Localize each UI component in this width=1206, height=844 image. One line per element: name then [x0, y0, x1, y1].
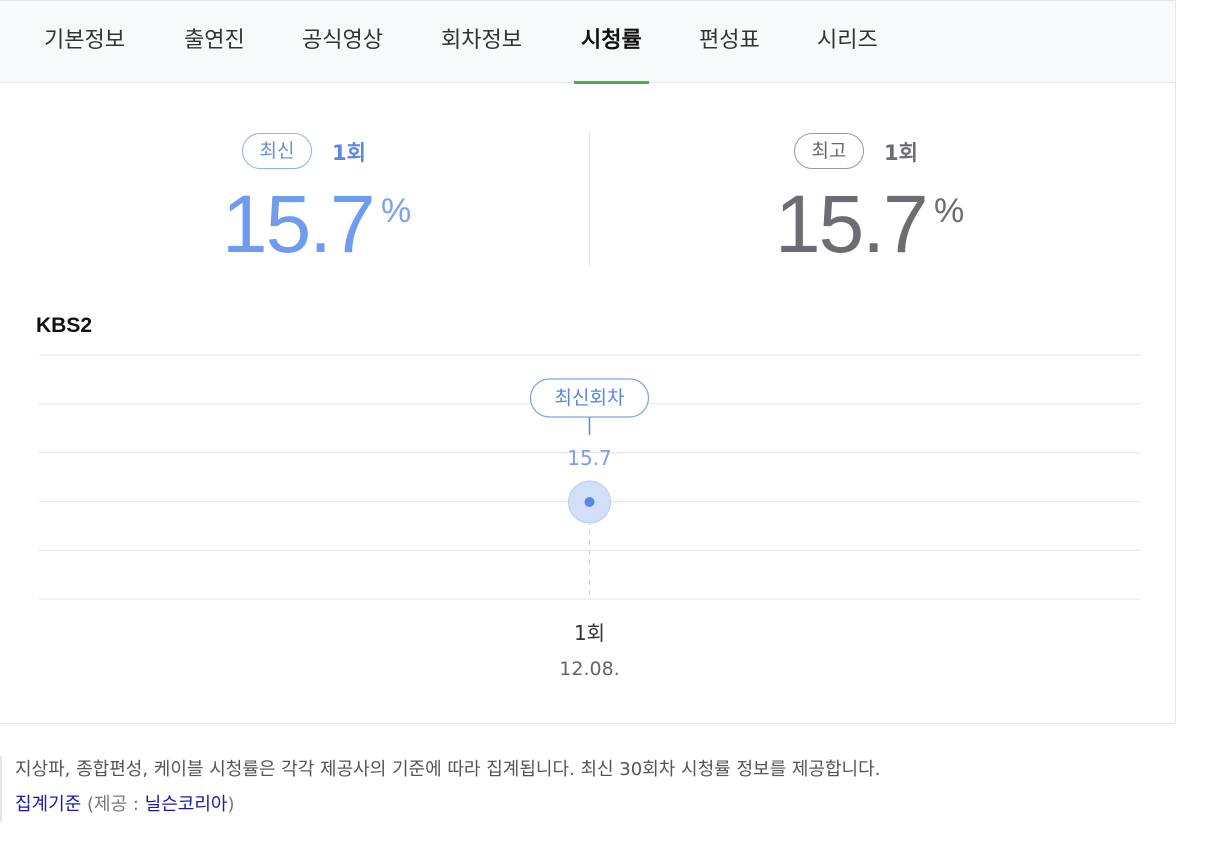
provider-link[interactable]: 닐슨코리아 — [145, 794, 228, 815]
tab-episode-info[interactable]: 회차정보 — [441, 1, 522, 83]
provider-suffix: ) — [227, 794, 235, 815]
tab-schedule[interactable]: 편성표 — [699, 1, 760, 83]
best-badge: 최고 — [794, 133, 864, 169]
summary-divider — [589, 132, 590, 266]
x-tick-label: 1회 — [574, 621, 605, 645]
ratings-note: 지상파, 종합편성, 케이블 시청률은 각각 제공사의 기준에 따라 집계됩니다… — [15, 759, 881, 780]
data-label: 15.7 — [567, 446, 612, 470]
ratings-summary: 최신 1회 15.7 % 최고 1회 15.7 % — [0, 84, 1175, 294]
best-rating-unit: % — [934, 192, 965, 230]
data-point — [584, 497, 595, 507]
ratings-chart: 15.7 최신회차 1회 12.08. — [39, 354, 1140, 680]
latest-rating-value: 15.7 — [222, 179, 376, 270]
tab-basic-info[interactable]: 기본정보 — [44, 1, 125, 83]
tab-official-videos[interactable]: 공식영상 — [302, 1, 383, 83]
criteria-link[interactable]: 집계기준 — [15, 794, 81, 815]
tab-bar: 기본정보 출연진 공식영상 회차정보 시청률 편성표 시리즈 — [0, 0, 1175, 84]
best-episode: 1회 — [884, 141, 918, 165]
callout-label: 최신회차 — [555, 387, 625, 409]
ratings-panel: 기본정보 출연진 공식영상 회차정보 시청률 편성표 시리즈 최신 1회 15.… — [0, 0, 1176, 724]
tab-series[interactable]: 시리즈 — [817, 1, 878, 83]
channel-name: KBS2 — [36, 314, 93, 337]
x-tick-date: 12.08. — [559, 658, 619, 680]
provider-prefix: (제공 : — [86, 794, 145, 815]
latest-rating-unit: % — [381, 192, 412, 230]
tab-cast[interactable]: 출연진 — [184, 1, 245, 83]
latest-episode: 1회 — [332, 141, 366, 165]
footer-info: 지상파, 종합편성, 케이블 시청률은 각각 제공사의 기준에 따라 집계됩니다… — [0, 756, 1100, 822]
latest-badge: 최신 — [242, 133, 312, 169]
tab-ratings[interactable]: 시청률 — [574, 1, 649, 84]
best-rating-value: 15.7 — [775, 179, 929, 270]
criteria-line: 집계기준 (제공 : 닐슨코리아) — [15, 791, 1100, 819]
